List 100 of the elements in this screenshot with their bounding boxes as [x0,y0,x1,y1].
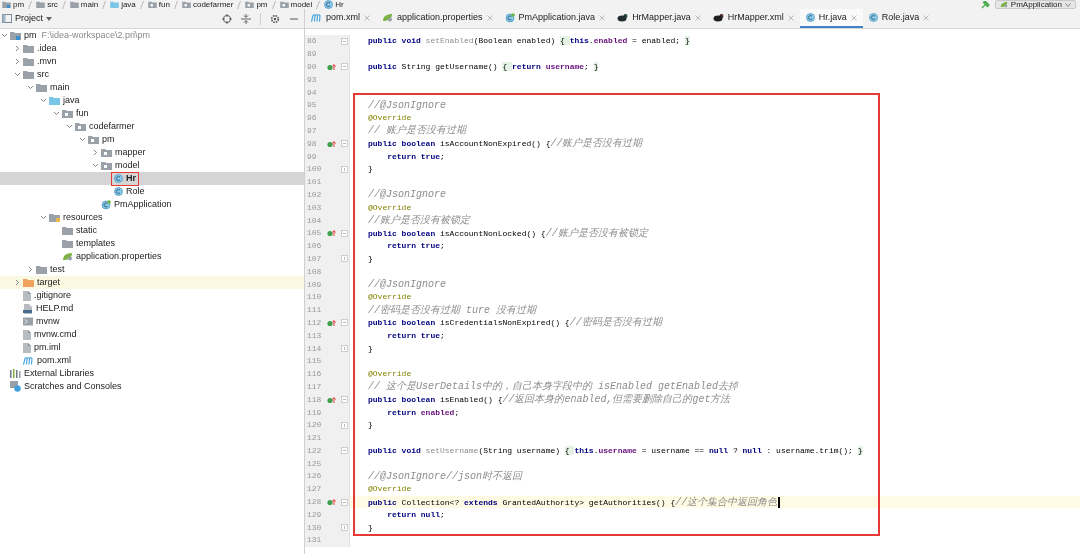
line-number: 99 [306,150,318,163]
code-line: public void setEnabled(Boolean enabled) { this.enabled = enabled; } [368,35,690,48]
breadcrumb-item[interactable]: pm [13,0,25,9]
tree-item-label[interactable]: Scratches and Consoles [24,379,122,394]
project-view-dropdown[interactable]: Project [15,11,52,26]
tree-item-label[interactable]: .mvn [37,54,57,69]
editor-tab[interactable]: application.properties [376,9,499,28]
line-number: 130 [306,521,323,534]
tree-item-label[interactable]: target [37,275,60,290]
line-number: 94 [306,86,318,99]
code-line: // 账户是否没有过期 [368,123,466,139]
breadcrumb-item[interactable]: Hr [335,0,344,9]
tree-item-label[interactable]: pm.iml [34,340,61,355]
code-line: @Override [368,483,412,496]
tree-item-label[interactable]: resources [63,210,103,225]
editor-tab[interactable]: Role.java [862,9,936,28]
module-path: F:\idea-workspace\2.pri\pm [41,28,151,42]
line-number: 93 [306,73,318,86]
line-number: 122 [306,444,323,457]
code-line: //@JsonIgnore [368,98,446,113]
line-number: 113 [306,329,323,342]
line-number: 109 [306,278,323,291]
editor-tab[interactable]: pom.xml [305,9,376,28]
line-number: 104 [306,214,323,227]
line-number: 110 [306,291,323,304]
tree-item-label[interactable]: model [115,158,140,173]
tree-item-label[interactable]: External Libraries [24,366,95,381]
line-number: 127 [306,483,323,496]
breadcrumb-item[interactable]: codefarmer [192,0,234,9]
line-number: 103 [306,201,323,214]
line-number: 97 [306,124,318,137]
tree-item-label[interactable]: Role [126,184,145,199]
code-line: public String getUsername() { return username; } [368,61,599,73]
tree-item-label[interactable]: src [37,67,49,82]
line-number: 101 [306,176,323,189]
tree-item-label[interactable]: pm [24,28,37,43]
line-number: 119 [306,406,323,419]
code-line: } [368,252,373,265]
tree-item-label[interactable]: Hr [126,171,136,186]
line-number: 96 [306,112,318,125]
code-line: //@JsonIgnore [368,278,446,293]
code-line: @Override [368,201,412,214]
line-number: 115 [306,355,323,368]
code-line: public boolean isAccountNonExpired() {//账户是否没有过期 [368,136,643,152]
line-number: 114 [306,342,323,355]
tree-item-label[interactable]: .idea [37,41,57,56]
line-number: 112 [306,316,323,329]
tree-item-label[interactable]: pom.xml [37,353,71,368]
editor-tab[interactable]: HrMapper.java [611,9,707,28]
line-number: 86 [306,35,318,48]
code-line: return true; [386,150,445,163]
line-number: 117 [306,380,323,393]
tree-item-label[interactable]: codefarmer [89,119,135,134]
line-number: 98 [306,137,318,150]
code-line: public boolean isCredentialsNonExpired() {//密码是否没有过期 [368,315,662,331]
code-line: @Override [368,112,412,124]
code-line: @Override [368,291,412,304]
tree-item-label[interactable]: application.properties [76,249,162,264]
tree-item-label[interactable]: mapper [115,145,146,160]
breadcrumb-item[interactable]: src [47,0,58,9]
tree-item-label[interactable]: main [50,80,70,95]
tree-item-label[interactable]: templates [76,236,116,251]
breadcrumb-item[interactable]: pm [256,0,268,9]
breadcrumb-item[interactable]: main [80,0,99,9]
line-number: 89 [306,48,318,61]
tree-item-label[interactable]: .gitignore [34,288,72,303]
editor-tab[interactable]: PmApplication.java [498,9,612,28]
line-number: 100 [306,163,323,176]
tree-item-label[interactable]: mvnw.cmd [34,327,77,342]
editor-tab[interactable]: HrMapper.xml [706,9,800,28]
line-number: 108 [306,265,323,278]
line-number: 126 [306,470,323,483]
tree-item-label[interactable]: fun [76,106,89,121]
breadcrumb-item[interactable]: fun [158,0,170,9]
line-number: 111 [306,304,323,317]
code-line: //@JsonIgnore//json时不返回 [368,470,523,484]
tree-item-label[interactable]: HELP.md [36,301,74,316]
tree-item-label[interactable]: pm [102,132,115,147]
code-line: //@JsonIgnore [368,188,446,203]
line-number: 107 [306,252,323,265]
code-line: // 这个是UserDetails中的，自己本身字段中的 isEnabled getEnabled去掉 [368,379,739,393]
tree-item-label[interactable]: PmApplication [114,197,172,212]
tree-item-label[interactable]: static [76,223,97,238]
breadcrumb-item[interactable]: java [121,0,136,9]
line-number: 118 [306,393,323,406]
breadcrumb-item[interactable]: model [290,0,313,9]
line-number: 116 [306,368,323,381]
editor-tab[interactable]: Hr.java [799,9,863,28]
tree-item-label[interactable]: mvnw [36,314,60,329]
line-number: 131 [306,534,323,547]
line-number: 102 [306,188,323,201]
line-number: 128 [306,496,323,509]
tree-item-label[interactable]: test [50,262,65,277]
code-line: //账户是否没有被锁定 [368,213,470,229]
code-line: } [368,419,373,432]
code-line: public boolean isEnabled() {//返回本身的enabled,但需要删除自己的get方法 [368,392,731,408]
code-line: return true; [386,240,445,253]
tree-item-label[interactable]: java [63,93,80,108]
line-number: 90 [306,61,318,73]
line-number: 120 [306,419,323,432]
